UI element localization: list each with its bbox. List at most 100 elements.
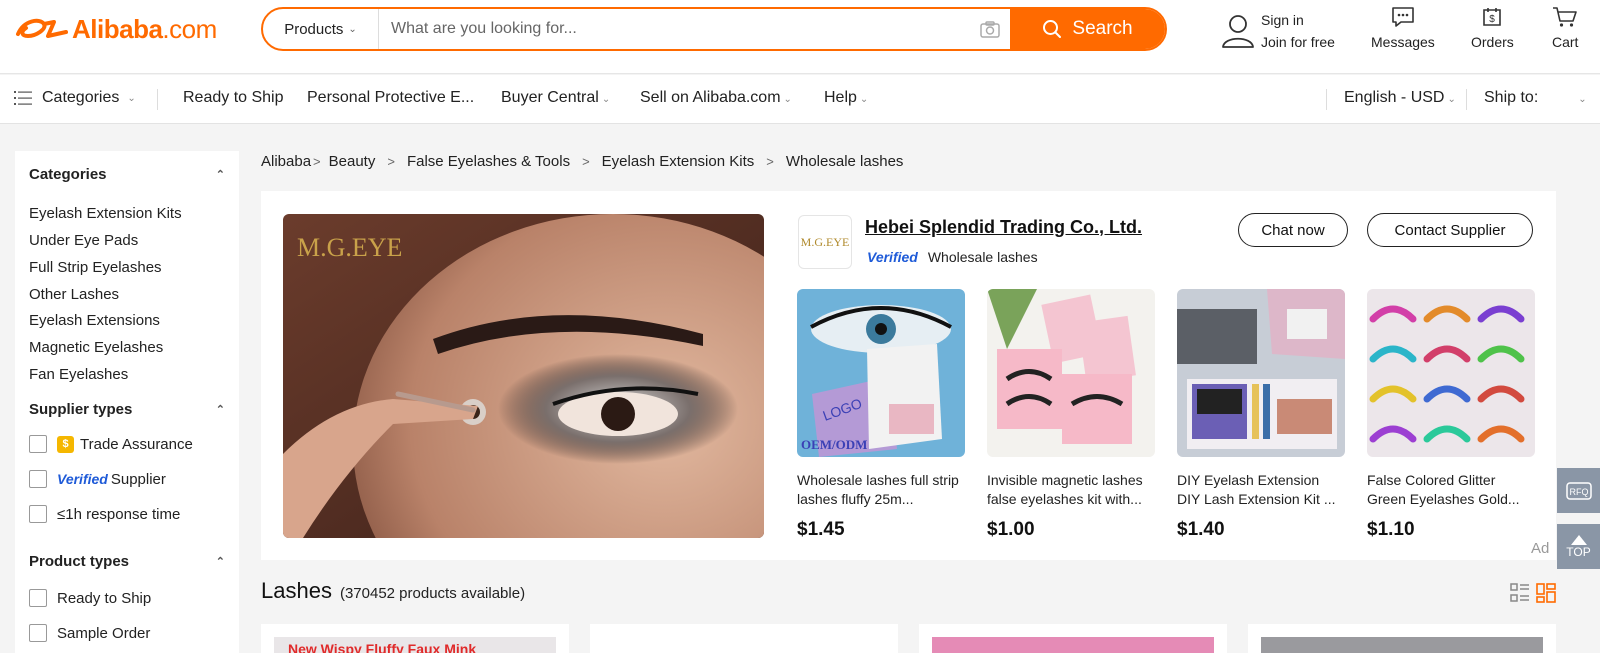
product-title[interactable]: Invisible magnetic lashes false eyelashe… <box>987 471 1155 509</box>
breadcrumb-item[interactable]: Beauty <box>329 153 376 170</box>
nav-ppe-label: Personal Protective E... <box>307 89 475 106</box>
back-to-top-label: TOP <box>1566 544 1591 559</box>
checkbox[interactable] <box>29 505 47 523</box>
user-icon <box>1222 15 1254 48</box>
alibaba-logo[interactable]: Alibaba.com <box>14 12 217 46</box>
product-image[interactable] <box>1261 637 1543 653</box>
alibaba-wordmark: Alibaba.com <box>72 13 217 44</box>
chevron-down-icon: ⌄ <box>348 23 357 35</box>
breadcrumb-separator: > <box>387 154 395 169</box>
cart-label: Cart <box>1552 34 1579 50</box>
product-title[interactable]: DIY Eyelash Extension DIY Lash Extension… <box>1177 471 1345 509</box>
nav-categories[interactable]: Categories ⌄ <box>14 89 136 107</box>
nav-ppe[interactable]: Personal Protective E... <box>307 89 474 107</box>
ad-product-card[interactable]: DIY Eyelash Extension DIY Lash Extension… <box>1177 289 1345 541</box>
svg-text:$: $ <box>1490 14 1496 25</box>
supplier-ad-panel: M.G.EYE M.G.EYE Hebei Splendid Trading C… <box>261 191 1556 560</box>
list-view-icon[interactable] <box>1510 583 1532 605</box>
category-link[interactable]: Eyelash Extensions <box>29 312 160 329</box>
trade-assurance-checkbox[interactable]: $ Trade Assurance <box>29 435 193 453</box>
ready-to-ship-filter-label: Ready to Ship <box>57 589 152 607</box>
category-link[interactable]: Fan Eyelashes <box>29 366 128 383</box>
camera-search-icon[interactable] <box>970 9 1010 49</box>
chevron-up-icon[interactable]: ⌃ <box>216 555 225 568</box>
gallery-view-icon[interactable] <box>1536 583 1558 605</box>
ad-tag: Ad <box>1531 540 1550 557</box>
arrow-up-icon <box>1570 534 1587 545</box>
response-time-checkbox[interactable]: ≤1h response time <box>29 505 180 523</box>
chevron-down-icon: ⌄ <box>859 94 869 105</box>
product-types-filter-header[interactable]: Product types ⌃ <box>29 553 225 570</box>
sample-order-checkbox[interactable]: Sample Order <box>29 624 150 642</box>
product-card[interactable] <box>919 624 1227 653</box>
product-image[interactable] <box>1367 289 1535 457</box>
search-input[interactable] <box>379 9 970 49</box>
product-image[interactable] <box>603 637 885 653</box>
product-card[interactable]: New Wispy Fluffy Faux Mink <box>261 624 569 653</box>
verified-supplier-checkbox[interactable]: Verified Supplier <box>29 470 166 488</box>
ad-product-card[interactable]: Invisible magnetic lashes false eyelashe… <box>987 289 1155 541</box>
chevron-down-icon: ⌄ <box>1578 94 1587 105</box>
orders-link[interactable]: $ Orders <box>1471 6 1514 50</box>
verified-badge: Verified <box>867 249 918 265</box>
nav-sell[interactable]: Sell on Alibaba.com ⌄ <box>640 89 792 107</box>
categories-filter-title: Categories <box>29 166 107 183</box>
chat-now-button[interactable]: Chat now <box>1238 213 1348 247</box>
product-image[interactable] <box>932 637 1214 653</box>
category-link[interactable]: Under Eye Pads <box>29 232 138 249</box>
ship-to-label: Ship to: <box>1484 89 1539 106</box>
categories-filter-header[interactable]: Categories ⌃ <box>29 166 225 183</box>
checkbox[interactable] <box>29 470 47 488</box>
supplier-types-filter-header[interactable]: Supplier types ⌃ <box>29 401 225 418</box>
messages-icon <box>1392 7 1414 27</box>
breadcrumb-item[interactable]: Alibaba <box>261 153 311 170</box>
product-title[interactable]: False Colored Glitter Green Eyelashes Go… <box>1367 471 1535 509</box>
product-card[interactable] <box>1248 624 1556 653</box>
search-button[interactable]: Search <box>1010 9 1165 49</box>
rfq-icon: RFQ <box>1565 481 1592 500</box>
hero-video-image[interactable]: M.G.EYE <box>283 214 764 538</box>
search-category-dropdown[interactable]: Products ⌄ <box>263 9 379 49</box>
category-link[interactable]: Magnetic Eyelashes <box>29 339 163 356</box>
contact-supplier-button[interactable]: Contact Supplier <box>1367 213 1533 247</box>
product-title[interactable]: Wholesale lashes full strip lashes fluff… <box>797 471 965 509</box>
product-image-oem-text: OEM/ODM <box>801 437 867 452</box>
checkbox[interactable] <box>29 589 47 607</box>
chat-now-label: Chat now <box>1261 221 1325 239</box>
ad-product-card[interactable]: LOGO OEM/ODM Wholesale lashes full strip… <box>797 289 965 541</box>
trade-assurance-label: Trade Assurance <box>80 435 193 453</box>
nav-buyer-central[interactable]: Buyer Central ⌄ <box>501 89 610 107</box>
breadcrumb-item[interactable]: Eyelash Extension Kits <box>602 153 755 170</box>
sign-in-link[interactable]: Sign in Join for free <box>1221 9 1335 53</box>
category-link[interactable]: Eyelash Extension Kits <box>29 205 182 222</box>
category-link[interactable]: Other Lashes <box>29 286 119 303</box>
cart-link[interactable]: Cart <box>1552 6 1578 50</box>
supplier-verified-row: Verified Wholesale lashes <box>867 249 1038 265</box>
checkbox[interactable] <box>29 624 47 642</box>
cart-icon <box>1553 7 1578 27</box>
checkbox[interactable] <box>29 435 47 453</box>
ready-to-ship-checkbox[interactable]: Ready to Ship <box>29 589 151 607</box>
ship-to-select[interactable]: Ship to: ⌄ <box>1484 89 1587 107</box>
breadcrumb-item[interactable]: False Eyelashes & Tools <box>407 153 570 170</box>
supplier-logo[interactable]: M.G.EYE <box>798 215 852 269</box>
chevron-up-icon[interactable]: ⌃ <box>216 403 225 416</box>
messages-link[interactable]: Messages <box>1371 6 1435 50</box>
nav-divider <box>157 89 158 110</box>
product-image[interactable]: LOGO OEM/ODM <box>797 289 965 457</box>
nav-ready-to-ship-label: Ready to Ship <box>183 89 284 106</box>
product-image[interactable] <box>1177 289 1345 457</box>
supplier-name-link[interactable]: Hebei Splendid Trading Co., Ltd. <box>865 217 1142 238</box>
category-link[interactable]: Full Strip Eyelashes <box>29 259 162 276</box>
results-header: Lashes (370452 products available) <box>261 578 525 604</box>
nav-ready-to-ship[interactable]: Ready to Ship <box>183 89 284 107</box>
nav-help[interactable]: Help ⌄ <box>824 89 868 107</box>
product-image[interactable]: New Wispy Fluffy Faux Mink <box>274 637 556 653</box>
rfq-button[interactable]: RFQ <box>1557 468 1600 513</box>
ad-product-card[interactable]: False Colored Glitter Green Eyelashes Go… <box>1367 289 1535 541</box>
language-currency-select[interactable]: English - USD ⌄ <box>1344 89 1456 107</box>
chevron-up-icon[interactable]: ⌃ <box>216 168 225 181</box>
product-image[interactable] <box>987 289 1155 457</box>
product-card[interactable] <box>590 624 898 653</box>
back-to-top-button[interactable]: TOP <box>1557 524 1600 569</box>
